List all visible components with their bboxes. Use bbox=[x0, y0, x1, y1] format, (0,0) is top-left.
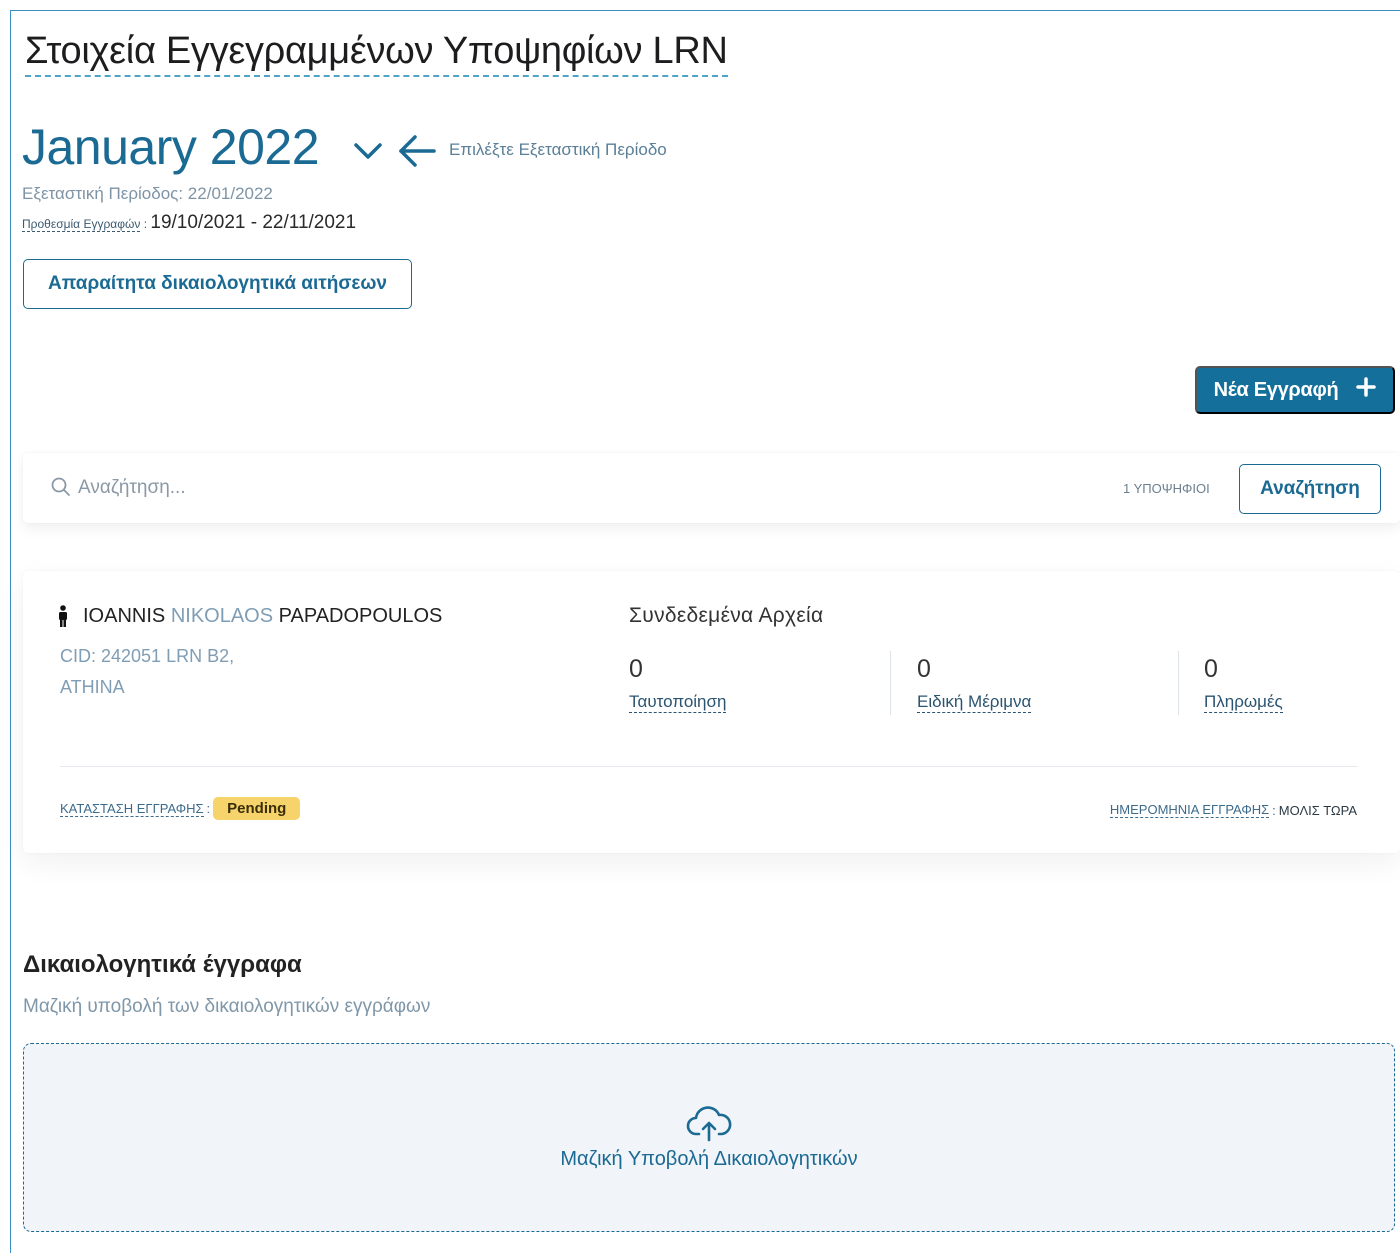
documents-section-title: Δικαιολογητικά έγγραφα bbox=[23, 951, 302, 978]
search-button[interactable]: Αναζήτηση bbox=[1239, 464, 1381, 514]
file-count: 0 bbox=[917, 655, 931, 683]
file-stat-identification: 0 Ταυτοποίηση bbox=[629, 655, 727, 717]
registration-date: ΗΜΕΡΟΜΗΝΙΑ ΕΓΓΡΑΦΗΣ : ΜΟΛΙΣ ΤΩΡΑ bbox=[1109, 802, 1357, 818]
candidate-cid: CID: 242051 LRN B2, bbox=[60, 646, 235, 666]
period-title: January 2022 bbox=[22, 119, 320, 175]
linked-files-title: Συνδεδεμένα Αρχεία bbox=[629, 604, 824, 627]
status-label: ΚΑΤΑΣΤΑΣΗ ΕΓΓΡΑΦΗΣ bbox=[60, 800, 204, 817]
candidate-middle-name: NIKOLAOS bbox=[170, 605, 274, 627]
candidate-card[interactable]: IOANNIS NIKOLAOS PAPADOPOULOS CID: 24205… bbox=[23, 571, 1400, 853]
candidates-count: 1 ΥΠΟΨΗΦΙΟΙ bbox=[1123, 481, 1210, 496]
deadline-label: Προθεσμία Εγγραφών bbox=[22, 217, 141, 232]
file-count: 0 bbox=[1204, 655, 1218, 683]
candidate-name: IOANNIS NIKOLAOS PAPADOPOULOS bbox=[83, 605, 442, 628]
candidate-last-name: PAPADOPOULOS bbox=[278, 605, 443, 627]
card-divider bbox=[60, 766, 1358, 767]
period-select-hint: Επιλέξτε Εξεταστική Περίοδο bbox=[449, 140, 667, 159]
file-count: 0 bbox=[629, 655, 643, 683]
new-registration-button[interactable]: Νέα Εγγραφή bbox=[1195, 366, 1395, 414]
candidate-first-name: IOANNIS bbox=[83, 605, 166, 627]
person-icon bbox=[58, 605, 68, 632]
arrow-left-icon[interactable] bbox=[395, 131, 439, 171]
file-link-special-care[interactable]: Ειδική Μέριμνα bbox=[917, 692, 1032, 713]
candidate-city: ATHINA bbox=[60, 677, 125, 697]
exam-period-text: Εξεταστική Περίοδος: 22/01/2022 bbox=[22, 184, 273, 203]
plus-icon bbox=[1356, 377, 1377, 403]
stat-divider bbox=[1178, 651, 1179, 715]
bulk-upload-dropzone[interactable]: Μαζική Υποβολή Δικαιολογητικών bbox=[23, 1043, 1395, 1232]
cloud-upload-icon bbox=[686, 1104, 732, 1147]
chevron-down-icon[interactable] bbox=[351, 134, 385, 168]
registration-status: ΚΑΤΑΣΤΑΣΗ ΕΓΓΡΑΦΗΣ : Pending bbox=[60, 797, 301, 820]
file-link-identification[interactable]: Ταυτοποίηση bbox=[629, 692, 727, 713]
search-input[interactable] bbox=[78, 471, 778, 505]
search-icon bbox=[51, 477, 71, 502]
page-title: Στοιχεία Εγγεγραμμένων Υποψηφίων LRN bbox=[25, 30, 728, 77]
documents-section-subtitle: Μαζική υποβολή των δικαιολογητικών εγγρά… bbox=[23, 996, 431, 1017]
required-documents-button[interactable]: Απαραίτητα δικαιολογητικά αιτήσεων bbox=[23, 259, 412, 309]
period-header: January 2022 Επιλέξτε Εξεταστική Περίοδο bbox=[22, 118, 667, 176]
file-link-payments[interactable]: Πληρωμές bbox=[1204, 692, 1283, 713]
search-bar: 1 ΥΠΟΨΗΦΙΟΙ Αναζήτηση bbox=[23, 453, 1400, 523]
registration-date-value: ΜΟΛΙΣ ΤΩΡΑ bbox=[1278, 802, 1357, 818]
registration-date-label: ΗΜΕΡΟΜΗΝΙΑ ΕΓΓΡΑΦΗΣ bbox=[1109, 802, 1270, 818]
new-registration-label: Νέα Εγγραφή bbox=[1213, 378, 1339, 401]
deadline-value: 19/10/2021 - 22/11/2021 bbox=[150, 212, 357, 233]
status-badge: Pending bbox=[213, 797, 301, 820]
file-stat-payments: 0 Πληρωμές bbox=[1204, 655, 1283, 717]
file-stat-special-care: 0 Ειδική Μέριμνα bbox=[917, 655, 1032, 717]
stat-divider bbox=[890, 651, 891, 715]
registration-deadline: Προθεσμία Εγγραφών : 19/10/2021 - 22/11/… bbox=[22, 212, 357, 233]
bulk-upload-label: Μαζική Υποβολή Δικαιολογητικών bbox=[560, 1148, 858, 1170]
